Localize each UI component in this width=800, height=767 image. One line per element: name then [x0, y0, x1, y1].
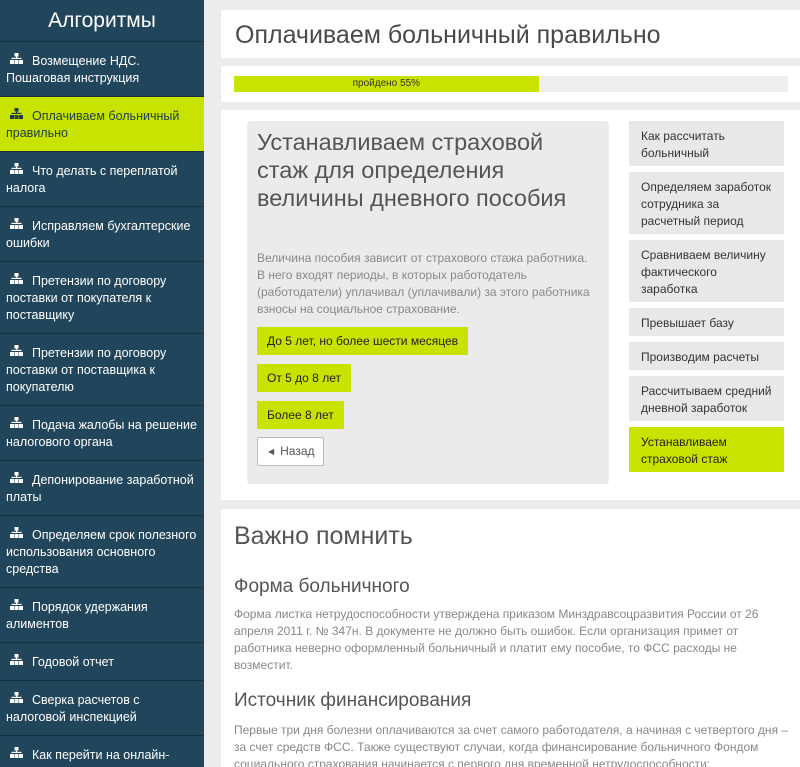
answer-button-5-years[interactable]: До 5 лет, но более шести месяцев [257, 327, 469, 355]
progress-bar: пройдено 55% [234, 76, 788, 92]
sidebar-item-vat-refund[interactable]: Возмещение НДС. Пошаговая инструкция [0, 42, 204, 97]
back-button-label: Назад [280, 444, 315, 458]
sidebar-item-online[interactable]: Как перейти на онлайн- [0, 736, 204, 767]
sidebar-item-label: Оплачиваем больничный правильно [6, 109, 180, 140]
sitemap-icon [10, 345, 23, 356]
memo-title: Важно помнить [234, 522, 413, 550]
sitemap-icon [10, 53, 23, 64]
sidebar-item-alimony[interactable]: Порядок удержания алиментов [0, 588, 204, 643]
step-item[interactable]: Как рассчитать больничный [629, 121, 784, 166]
progress-fill: пройдено 55% [234, 76, 539, 92]
sitemap-icon [10, 527, 23, 538]
sitemap-icon [10, 472, 23, 483]
sitemap-icon [10, 747, 23, 758]
memo-panel: Важно помнить Форма больничного Форма ли… [221, 509, 800, 767]
sidebar-item-label: Как перейти на онлайн- [32, 748, 170, 762]
chevron-left-icon: ◀ [268, 447, 275, 456]
sidebar-item-label: Возмещение НДС. Пошаговая инструкция [6, 54, 140, 85]
question-text: Величина пособия зависит от страхового с… [257, 251, 590, 316]
step-item[interactable]: Производим расчеты [629, 342, 784, 370]
question-title: Устанавливаем страховой стаж для определ… [257, 129, 567, 211]
sidebar-item-tax-reconciliation[interactable]: Сверка расчетов с налоговой инспекцией [0, 681, 204, 736]
memo-paragraph: Первые три дня болезни оплачиваются за с… [234, 723, 789, 767]
sidebar-item-tax-complaint[interactable]: Подача жалобы на решение налогового орга… [0, 406, 204, 461]
sidebar-item-label: Претензии по договору поставки от покупа… [6, 274, 167, 322]
page-title: Оплачиваем больничный правильно [235, 21, 661, 49]
progress-panel: пройдено 55% [221, 66, 800, 102]
sidebar-item-label: Что делать с переплатой налога [6, 164, 178, 195]
sidebar-item-annual-report[interactable]: Годовой отчет [0, 643, 204, 681]
step-item[interactable]: Определяем заработок сотрудника за расче… [629, 172, 784, 234]
sidebar-item-sick-leave[interactable]: Оплачиваем больничный правильно [0, 97, 204, 152]
sidebar-title: Алгоритмы [0, 0, 204, 42]
sitemap-icon [10, 273, 23, 284]
sitemap-icon [10, 599, 23, 610]
sidebar-item-salary-deposit[interactable]: Депонирование заработной платы [0, 461, 204, 516]
answer-button-5-to-8-years[interactable]: От 5 до 8 лет [257, 364, 351, 392]
sidebar-item-label: Исправляем бухгалтерские ошибки [6, 219, 191, 250]
sidebar-item-tax-overpayment[interactable]: Что делать с переплатой налога [0, 152, 204, 207]
memo-heading: Форма больничного [234, 576, 410, 597]
step-item[interactable]: Превышает базу [629, 308, 784, 336]
progress-label: пройдено 55% [352, 78, 421, 89]
page-header: Оплачиваем больничный правильно [221, 10, 800, 58]
sitemap-icon [10, 163, 23, 174]
answer-button-8-plus-years[interactable]: Более 8 лет [257, 401, 344, 429]
sidebar-item-label: Определяем срок полезного использования … [6, 528, 197, 576]
sitemap-icon [10, 417, 23, 428]
sidebar-item-label: Претензии по договору поставки от постав… [6, 346, 167, 394]
sidebar: Алгоритмы Возмещение НДС. Пошаговая инст… [0, 0, 204, 767]
step-item[interactable]: Сравниваем величину фактического заработ… [629, 240, 784, 302]
memo-paragraph: Форма листка нетрудоспособности утвержде… [234, 607, 759, 672]
sitemap-icon [10, 654, 23, 665]
memo-heading: Источник финансирования [234, 690, 472, 711]
question-box: Устанавливаем страховой стаж для определ… [247, 121, 609, 484]
sidebar-item-accounting-errors[interactable]: Исправляем бухгалтерские ошибки [0, 207, 204, 262]
sidebar-item-label: Подача жалобы на решение налогового орга… [6, 418, 197, 449]
sidebar-item-claims-supplier[interactable]: Претензии по договору поставки от постав… [0, 334, 204, 406]
sidebar-item-claims-buyer[interactable]: Претензии по договору поставки от покупа… [0, 262, 204, 334]
back-button[interactable]: ◀ Назад [257, 437, 324, 466]
step-item[interactable]: Рассчитываем средний дневной заработок [629, 376, 784, 421]
algorithm-card: Устанавливаем страховой стаж для определ… [221, 110, 800, 500]
step-item-current[interactable]: Устанавливаем страховой стаж [629, 427, 784, 472]
sidebar-item-label: Сверка расчетов с налоговой инспекцией [6, 693, 140, 724]
sidebar-item-useful-life[interactable]: Определяем срок полезного использования … [0, 516, 204, 588]
sidebar-item-label: Годовой отчет [32, 655, 114, 669]
sitemap-icon [10, 692, 23, 703]
sidebar-item-label: Порядок удержания алиментов [6, 600, 148, 631]
sidebar-item-label: Депонирование заработной платы [6, 473, 194, 504]
sitemap-icon [10, 108, 23, 119]
sitemap-icon [10, 218, 23, 229]
main-content: Оплачиваем больничный правильно пройдено… [204, 0, 800, 767]
